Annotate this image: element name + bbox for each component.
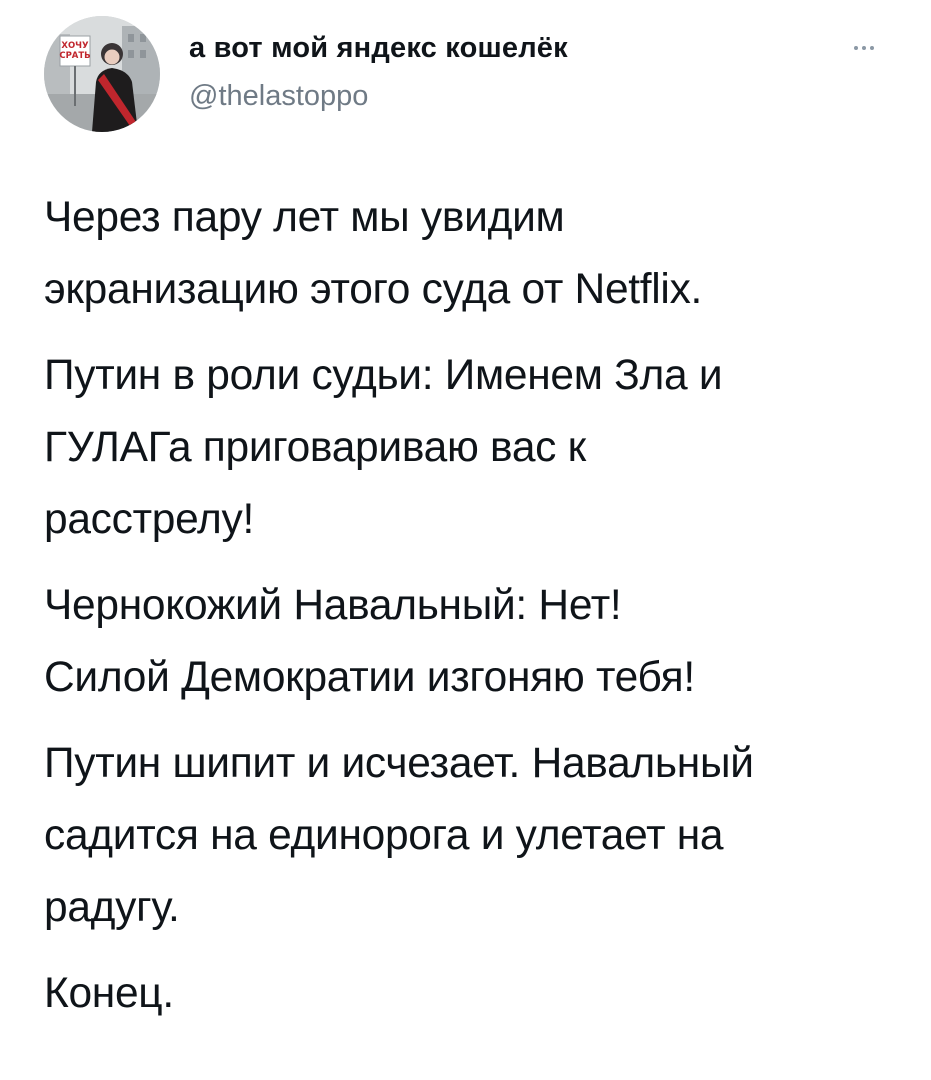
tweet-paragraph: Путин в роли судьи: Именем Зла и ГУЛАГа … <box>44 352 723 543</box>
more-options-button[interactable] <box>844 38 884 58</box>
tweet-header: ХОЧУ СРАТЬ а вот мой яндекс кошелёк @thel… <box>44 10 888 138</box>
tweet-paragraph: Чернокожий Навальный: Нет! Силой Демокра… <box>44 582 695 701</box>
tweet-paragraph: Конец. <box>44 970 174 1017</box>
avatar[interactable]: ХОЧУ СРАТЬ <box>44 16 160 132</box>
tweet-paragraph: Через пару лет мы увидим экранизацию это… <box>44 194 703 313</box>
ellipsis-icon <box>870 46 874 50</box>
author-handle[interactable]: @thelastoppo <box>189 80 368 113</box>
ellipsis-icon <box>854 46 858 50</box>
tweet-paragraph: Путин шипит и исчезает. Навальный садитс… <box>44 740 754 931</box>
tweet-text: Через пару лет мы увидим экранизацию это… <box>44 182 904 1044</box>
author-display-name[interactable]: а вот мой яндекс кошелёк <box>189 32 568 65</box>
avatar-sign-line-1: ХОЧУ СРАТЬ <box>59 41 90 61</box>
ellipsis-icon <box>862 46 866 50</box>
avatar-photo: ХОЧУ СРАТЬ <box>44 16 160 132</box>
